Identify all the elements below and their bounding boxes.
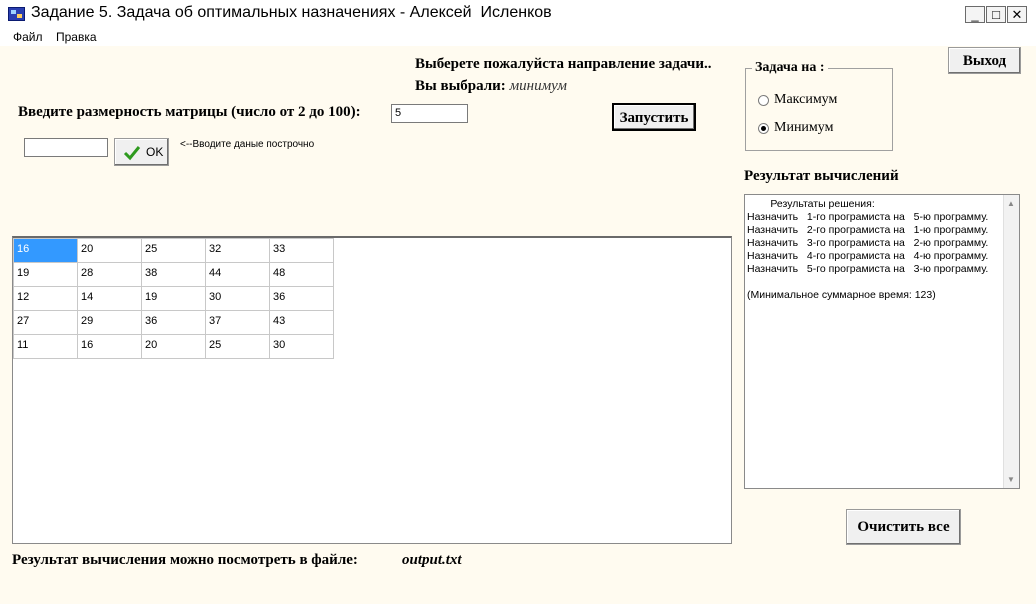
result-textarea[interactable]: Результаты решения: Назначить 1-го прогр… bbox=[744, 194, 1020, 489]
check-icon bbox=[123, 146, 141, 161]
table-row: 19 28 38 44 48 bbox=[13, 262, 334, 287]
row-input-hint: <--Вводите даные построчно bbox=[180, 139, 315, 150]
radio-minimum[interactable] bbox=[758, 123, 769, 134]
app-icon bbox=[8, 7, 25, 21]
output-file-name: output.txt bbox=[402, 552, 462, 568]
row-input[interactable] bbox=[24, 138, 108, 157]
exit-button[interactable]: Выход bbox=[948, 47, 1021, 74]
scroll-up-icon[interactable]: ▲ bbox=[1007, 199, 1015, 208]
title-bar: Задание 5. Задача об оптимальных назначе… bbox=[0, 0, 1036, 29]
table-row: 12 14 19 30 36 bbox=[13, 286, 334, 311]
matrix-grid[interactable]: 16 20 25 32 33 19 28 38 44 48 12 14 19 30 36 27 29 36 37 43… bbox=[12, 236, 732, 544]
matrix-cell[interactable]: 27 bbox=[13, 310, 78, 335]
matrix-cell[interactable]: 14 bbox=[77, 286, 142, 311]
matrix-cell[interactable]: 29 bbox=[77, 310, 142, 335]
matrix-cell[interactable]: 16 bbox=[77, 334, 142, 359]
direction-prompt: Выберете пожалуйста направление задачи.. bbox=[415, 56, 712, 72]
ok-button[interactable]: OK bbox=[114, 138, 169, 166]
minimize-button[interactable]: _ bbox=[965, 6, 985, 23]
run-button[interactable]: Запустить bbox=[612, 103, 696, 131]
matrix-cell[interactable]: 11 bbox=[13, 334, 78, 359]
matrix-cell[interactable]: 28 bbox=[77, 262, 142, 287]
matrix-cell[interactable]: 32 bbox=[205, 238, 270, 263]
selected-direction-label: Вы выбрали: bbox=[415, 78, 506, 94]
matrix-size-label: Введите размерность матрицы (число от 2 … bbox=[18, 104, 361, 120]
matrix-cell[interactable]: 48 bbox=[269, 262, 334, 287]
matrix-cell[interactable]: 19 bbox=[141, 286, 206, 311]
result-heading: Результат вычислений bbox=[744, 168, 899, 184]
matrix-cell[interactable]: 20 bbox=[141, 334, 206, 359]
matrix-cell[interactable]: 25 bbox=[141, 238, 206, 263]
matrix-cell[interactable]: 43 bbox=[269, 310, 334, 335]
radio-minimum-label[interactable]: Минимум bbox=[774, 120, 833, 136]
matrix-cell[interactable]: 30 bbox=[269, 334, 334, 359]
result-scrollbar[interactable]: ▲ ▼ bbox=[1003, 195, 1019, 488]
matrix-cell[interactable]: 36 bbox=[141, 310, 206, 335]
window-title: Задание 5. Задача об оптимальных назначе… bbox=[31, 4, 552, 21]
matrix-cell[interactable]: 12 bbox=[13, 286, 78, 311]
matrix-cell[interactable]: 33 bbox=[269, 238, 334, 263]
table-row: 16 20 25 32 33 bbox=[13, 238, 334, 263]
output-file-label: Результат вычисления можно посмотреть в … bbox=[12, 552, 358, 568]
selected-direction: Вы выбрали: минимум bbox=[415, 78, 567, 95]
matrix-cell[interactable]: 36 bbox=[269, 286, 334, 311]
clear-all-button[interactable]: Очистить все bbox=[846, 509, 961, 545]
matrix-table: 16 20 25 32 33 19 28 38 44 48 12 14 19 30 36 27 29 36 37 43… bbox=[13, 238, 334, 359]
matrix-cell[interactable]: 25 bbox=[205, 334, 270, 359]
matrix-cell[interactable]: 44 bbox=[205, 262, 270, 287]
matrix-cell[interactable]: 19 bbox=[13, 262, 78, 287]
radio-maximum-label[interactable]: Максимум bbox=[774, 92, 837, 108]
maximize-button[interactable]: □ bbox=[986, 6, 1006, 23]
result-text: Результаты решения: Назначить 1-го прогр… bbox=[747, 198, 989, 301]
radio-maximum[interactable] bbox=[758, 95, 769, 106]
table-row: 11 16 20 25 30 bbox=[13, 334, 334, 359]
menu-edit[interactable]: Правка bbox=[56, 30, 97, 44]
scroll-down-icon[interactable]: ▼ bbox=[1007, 475, 1015, 484]
task-direction-group: Задача на : Максимум Минимум bbox=[745, 60, 893, 151]
matrix-cell[interactable]: 37 bbox=[205, 310, 270, 335]
matrix-cell[interactable]: 38 bbox=[141, 262, 206, 287]
menu-file[interactable]: Файл bbox=[13, 30, 43, 44]
matrix-cell[interactable]: 30 bbox=[205, 286, 270, 311]
menu-bar: Файл Правка bbox=[0, 28, 1036, 46]
matrix-cell[interactable]: 20 bbox=[77, 238, 142, 263]
task-direction-title: Задача на : bbox=[752, 60, 828, 76]
matrix-size-input[interactable]: 5 bbox=[391, 104, 468, 123]
matrix-cell[interactable]: 16 bbox=[13, 238, 78, 263]
selected-direction-value: минимум bbox=[509, 78, 568, 94]
close-button[interactable]: ✕ bbox=[1007, 6, 1027, 23]
table-row: 27 29 36 37 43 bbox=[13, 310, 334, 335]
ok-button-label: OK bbox=[146, 145, 164, 159]
